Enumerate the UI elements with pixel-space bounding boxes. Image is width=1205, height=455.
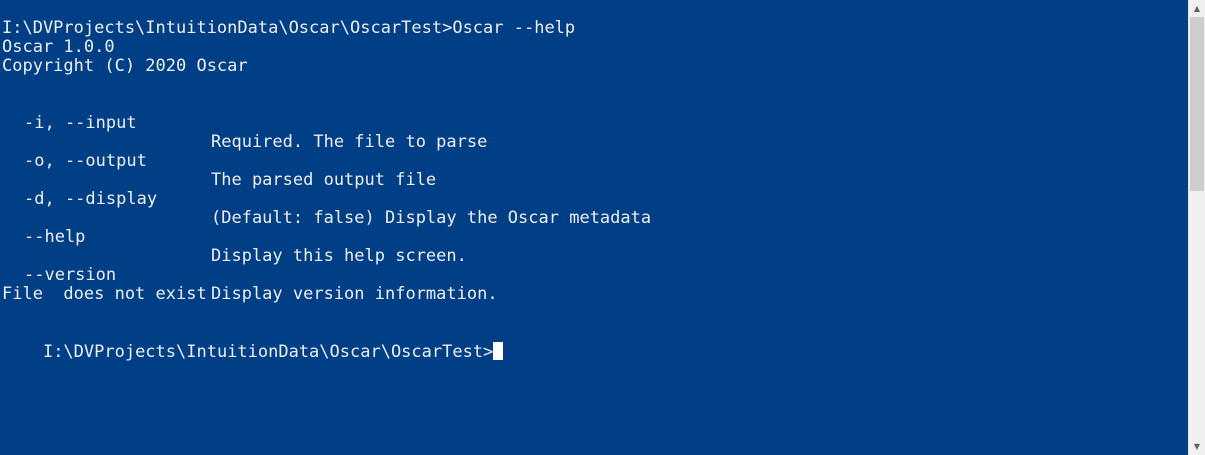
scrollbar-thumb[interactable] xyxy=(1190,17,1204,191)
scroll-down-button[interactable]: ▼ xyxy=(1189,438,1205,455)
option-flag: -d, --display xyxy=(24,189,158,209)
option-row-display: -d, --display (Default: false) Display t… xyxy=(0,171,1188,228)
triangle-up-icon: ▲ xyxy=(1193,4,1201,13)
console-window[interactable]: I:\DVProjects\IntuitionData\Oscar\OscarT… xyxy=(0,0,1188,455)
triangle-down-icon: ▼ xyxy=(1193,442,1201,451)
version-line: Oscar 1.0.0 xyxy=(2,37,115,57)
option-flag: -i, --input xyxy=(24,113,137,133)
option-flag: -o, --output xyxy=(24,151,147,171)
prompt-line[interactable]: I:\DVProjects\IntuitionData\Oscar\OscarT… xyxy=(2,323,504,362)
vertical-scrollbar[interactable]: ▲ ▼ xyxy=(1188,0,1205,455)
error-line: File does not exist xyxy=(2,284,207,304)
option-row-output: -o, --output The parsed output file xyxy=(0,133,1188,190)
option-flag: --version xyxy=(24,265,117,285)
scroll-up-button[interactable]: ▲ xyxy=(1189,0,1205,17)
text-cursor xyxy=(493,342,504,360)
option-description: Display version information. xyxy=(211,284,498,304)
prompt-text: I:\DVProjects\IntuitionData\Oscar\OscarT… xyxy=(42,342,494,362)
option-row-version: --version Display version information. xyxy=(0,247,1188,304)
command-line: I:\DVProjects\IntuitionData\Oscar\OscarT… xyxy=(2,18,576,38)
option-row-help: --help Display this help screen. xyxy=(0,209,1188,266)
copyright-line: Copyright (C) 2020 Oscar xyxy=(2,56,248,76)
option-row-input: -i, --input Required. The file to parse xyxy=(0,95,1188,152)
option-flag: --help xyxy=(24,227,86,247)
